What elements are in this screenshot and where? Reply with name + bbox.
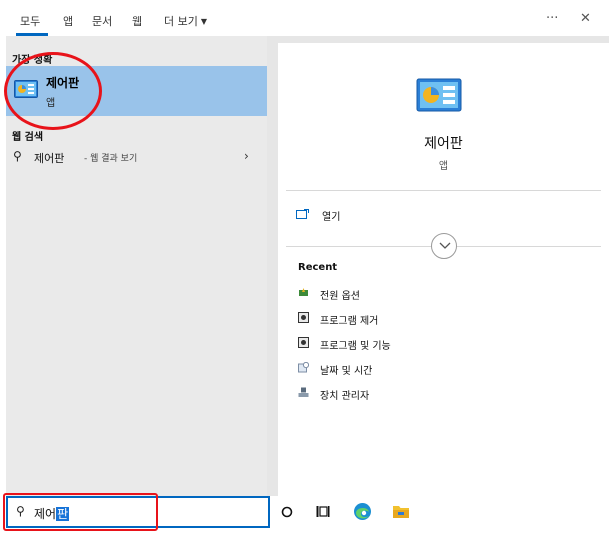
- program-icon: [298, 337, 309, 348]
- cortana-icon[interactable]: [281, 506, 293, 518]
- open-label: 열기: [322, 212, 341, 223]
- close-icon[interactable]: ✕: [580, 11, 591, 26]
- tab-all[interactable]: 모두: [20, 13, 40, 29]
- web-search-header: 웹 검색: [12, 132, 44, 143]
- recent-item-label: 프로그램 제거: [320, 316, 379, 327]
- recent-item-label: 장치 관리자: [320, 391, 370, 402]
- tab-apps[interactable]: 앱: [63, 13, 73, 29]
- power-options-icon: [299, 288, 308, 296]
- divider: [286, 190, 601, 191]
- web-result-term: 제어판: [34, 152, 65, 165]
- tab-more[interactable]: 더 보기 ▼: [164, 13, 207, 29]
- task-view-icon[interactable]: [316, 505, 330, 518]
- caret-down-icon: ▼: [200, 17, 208, 26]
- tab-more-label: 더 보기: [164, 15, 198, 28]
- recent-item-label: 프로그램 및 기능: [320, 341, 391, 352]
- preview-pane: 제어판 앱 열기 Recent 전원 옵션 프로그램 제거 프로그램 및 기능 …: [278, 43, 609, 496]
- annotation-box: [3, 493, 158, 531]
- search-icon: ⚲: [13, 149, 22, 163]
- recent-header: Recent: [298, 262, 338, 273]
- device-manager-icon: [298, 387, 309, 397]
- search-tab-bar: 모두 앱 문서 웹 더 보기 ▼ ··· ✕: [6, 6, 609, 36]
- annotation-circle: [4, 52, 102, 130]
- recent-item-label: 전원 옵션: [320, 291, 360, 302]
- date-time-icon: [298, 362, 309, 373]
- preview-type: 앱: [438, 161, 449, 172]
- chevron-down-icon: [439, 242, 451, 249]
- open-icon: [296, 209, 309, 219]
- file-explorer-icon[interactable]: [392, 503, 410, 519]
- tab-documents[interactable]: 문서: [92, 13, 112, 29]
- web-result-suffix: - 웹 결과 보기: [84, 154, 138, 164]
- edge-icon[interactable]: [353, 502, 372, 521]
- control-panel-icon: [416, 78, 462, 112]
- web-search-result[interactable]: ⚲ 제어판 - 웹 결과 보기 ›: [6, 146, 267, 170]
- tab-web[interactable]: 웹: [132, 13, 142, 29]
- program-icon: [298, 312, 309, 323]
- chevron-right-icon[interactable]: ›: [244, 149, 249, 163]
- recent-item-label: 날짜 및 시간: [320, 366, 373, 377]
- preview-title: 제어판: [424, 136, 463, 152]
- more-options-icon[interactable]: ···: [546, 11, 558, 26]
- expand-button[interactable]: [431, 233, 457, 259]
